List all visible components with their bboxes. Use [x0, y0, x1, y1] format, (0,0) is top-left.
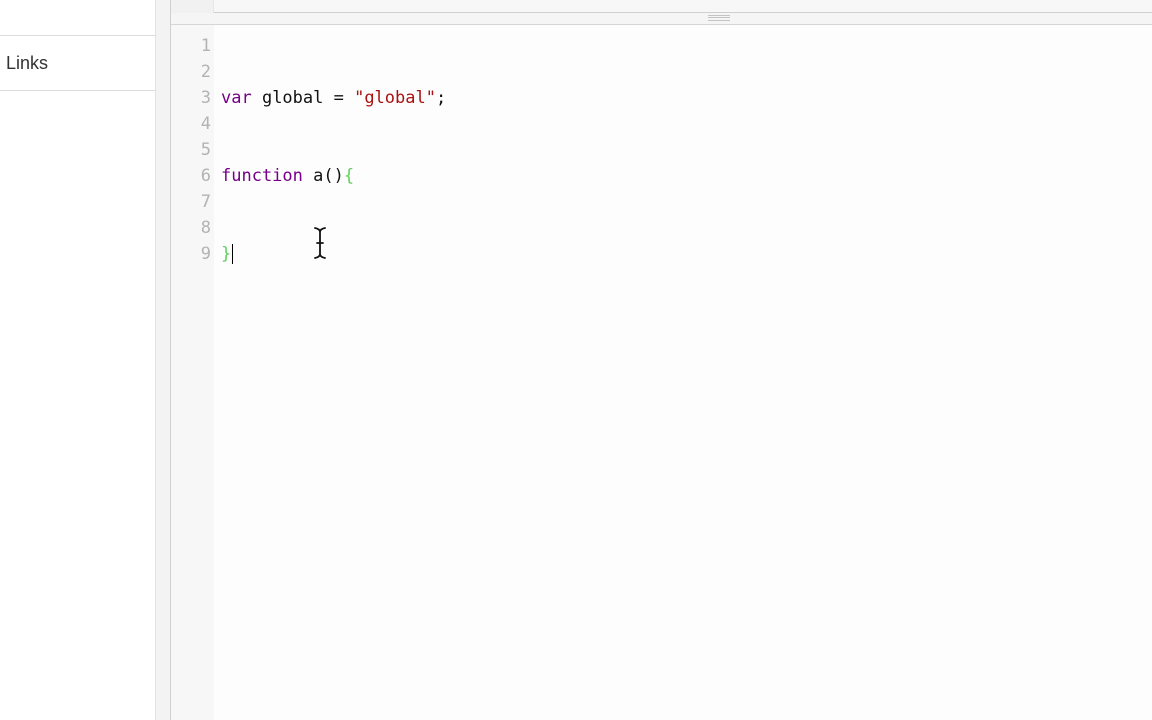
text-ibeam-cursor-icon	[313, 226, 327, 260]
code-editor[interactable]: 1 2 3 var global = "global"; 4 5 6 funct…	[171, 25, 1152, 720]
text-caret	[232, 244, 234, 264]
line-number: 4	[200, 114, 211, 134]
line-number: 7	[200, 192, 211, 212]
brace-token: {	[343, 166, 355, 186]
sidebar-item-label: Links	[6, 52, 49, 73]
code-line[interactable]: 5	[171, 137, 1152, 163]
code-line[interactable]: 7	[171, 189, 1152, 215]
code-line[interactable]: 2	[171, 59, 1152, 85]
identifier-token: a()	[302, 166, 344, 186]
drag-handle-icon[interactable]	[708, 15, 730, 21]
line-number: 8	[200, 218, 211, 238]
top-editor-pane[interactable]	[171, 0, 1152, 13]
line-number: 5	[200, 140, 211, 160]
line-number: 2	[200, 62, 211, 82]
code-line[interactable]: 1	[171, 33, 1152, 59]
code-line[interactable]: 4	[171, 111, 1152, 137]
top-pane-gutter	[171, 0, 214, 13]
punctuation-token: ;	[435, 88, 447, 108]
line-content[interactable]: function a(){	[221, 163, 354, 189]
line-content[interactable]: var global = "global";	[221, 85, 446, 111]
pane-splitter[interactable]	[171, 13, 1152, 25]
line-content[interactable]: }	[221, 241, 234, 267]
keyword-token: var	[221, 88, 252, 108]
sidebar-item-links[interactable]: Links	[0, 35, 156, 91]
code-line[interactable]: 6 function a(){	[171, 163, 1152, 189]
line-number: 1	[200, 36, 211, 56]
line-number: 3	[200, 88, 211, 108]
identifier-token: global =	[251, 88, 355, 108]
line-number: 9	[200, 244, 211, 264]
line-number: 6	[200, 166, 211, 186]
code-line[interactable]: 3 var global = "global";	[171, 85, 1152, 111]
keyword-token: function	[221, 166, 303, 186]
string-token: "global"	[354, 88, 436, 108]
brace-token: }	[221, 244, 232, 264]
sidebar: Links	[0, 0, 156, 720]
panel-divider[interactable]	[156, 0, 171, 720]
